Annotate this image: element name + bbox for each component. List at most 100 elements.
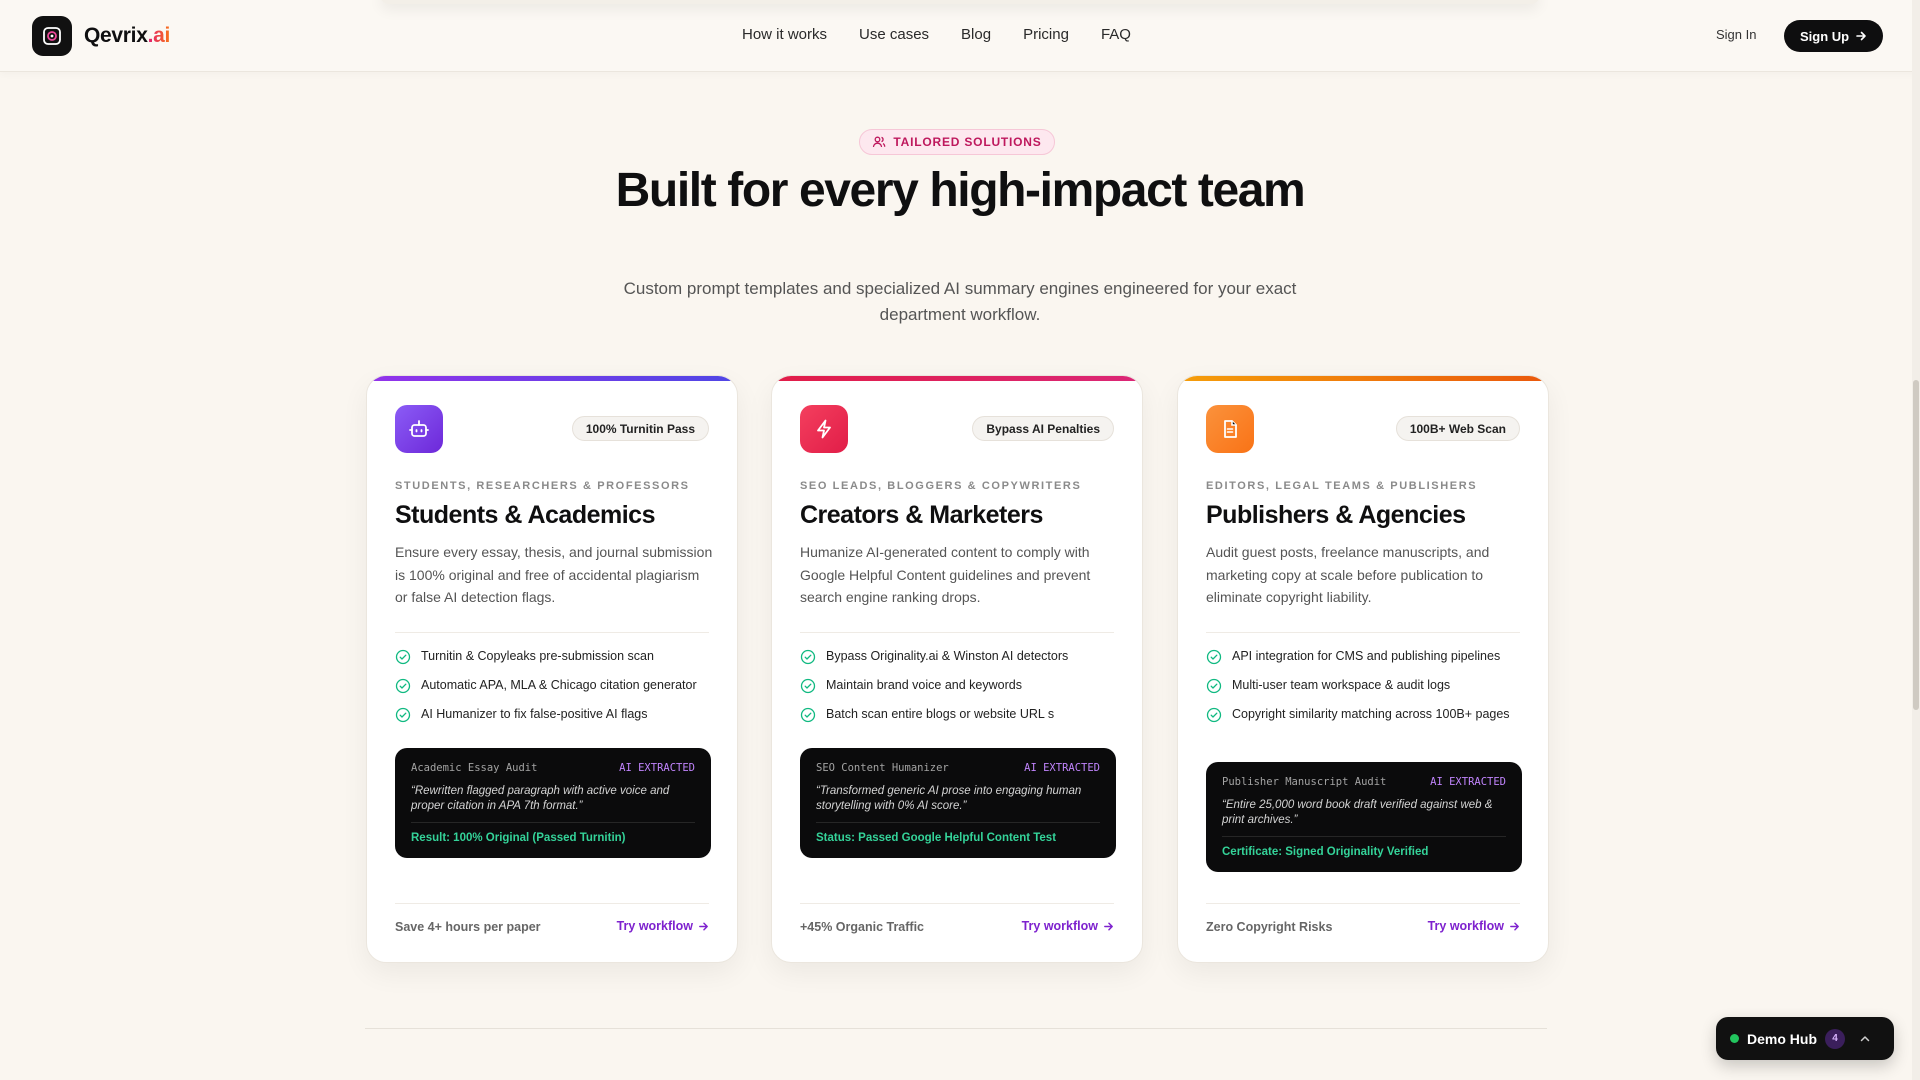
brand-logo[interactable]: Qevrix.ai: [32, 16, 170, 56]
card-audience: SEO LEADS, BLOGGERS & COPYWRITERS: [800, 480, 1082, 492]
check-circle-icon: [1206, 649, 1222, 665]
check-circle-icon: [1206, 678, 1222, 694]
card-metric: Save 4+ hours per paper: [395, 920, 541, 934]
section-pill: TAILORED SOLUTIONS: [859, 129, 1055, 155]
feature-list: Bypass Originality.ai & Winston AI detec…: [800, 648, 1118, 735]
card-badge: 100B+ Web Scan: [1395, 416, 1520, 441]
card-badge: Bypass AI Penalties: [972, 416, 1114, 441]
card-metric: +45% Organic Traffic: [800, 920, 925, 934]
try-workflow-label: Try workflow: [1427, 919, 1504, 933]
try-workflow-label: Try workflow: [616, 919, 693, 933]
feature-item: Automatic APA, MLA & Chicago citation ge…: [395, 677, 713, 694]
feature-item: Maintain brand voice and keywords: [800, 677, 1118, 694]
example-output-box: SEO Content Humanizer AI EXTRACTED “Trans…: [800, 748, 1116, 858]
demo-hub-button[interactable]: Demo Hub 4: [1716, 1017, 1894, 1060]
card-description: Ensure every essay, thesis, and journal …: [395, 544, 713, 605]
feature-text: Maintain brand voice and keywords: [826, 678, 1022, 692]
divider: [800, 632, 1114, 633]
card-description: Audit guest posts, freelance manuscripts…: [1206, 544, 1490, 605]
feature-text: Turnitin & Copyleaks pre-submission scan: [421, 649, 654, 663]
divider: [395, 903, 709, 904]
feature-item: Batch scan entire blogs or website URL s: [800, 706, 1118, 723]
example-output-box: Academic Essay Audit AI EXTRACTED “Rewrit…: [395, 748, 711, 858]
card-metric: Zero Copyright Risks: [1206, 920, 1333, 934]
brand-name: Qevrix.ai: [84, 24, 171, 47]
feature-text: Bypass Originality.ai & Winston AI detec…: [826, 649, 1069, 663]
feature-item: Turnitin & Copyleaks pre-submission scan: [395, 648, 713, 665]
card-accent-bar: [1178, 376, 1548, 381]
divider: [1206, 632, 1520, 633]
check-circle-icon: [800, 707, 816, 723]
ai-extracted-tag: AI EXTRACTED: [1024, 762, 1100, 774]
demo-hub-count-badge: 4: [1825, 1028, 1845, 1049]
example-name: Academic Essay Audit: [411, 762, 538, 774]
section-divider: [365, 1028, 1547, 1029]
sign-up-label: Sign Up: [1800, 28, 1850, 44]
divider: [800, 903, 1114, 904]
feature-list: Turnitin & Copyleaks pre-submission scan…: [395, 648, 713, 735]
card-badge: 100% Turnitin Pass: [571, 416, 709, 441]
check-circle-icon: [395, 707, 411, 723]
arrow-right-icon: [1510, 922, 1519, 930]
nav-links: How it works Use cases Blog Pricing FAQ: [742, 26, 1131, 43]
feature-text: API integration for CMS and publishing p…: [1232, 649, 1501, 663]
status-dot-icon: [1730, 1034, 1739, 1043]
try-workflow-link[interactable]: Try workflow: [1428, 919, 1520, 933]
nav-link-use-cases[interactable]: Use cases: [859, 26, 929, 43]
example-result: Status: Passed Google Helpful Content Te…: [816, 832, 1057, 844]
nav-link-pricing[interactable]: Pricing: [1023, 26, 1069, 43]
card-publishers-agencies: 100B+ Web Scan EDITORS, LEGAL TEAMS & PU…: [1177, 375, 1549, 963]
card-title: Creators & Marketers: [800, 501, 1043, 529]
try-workflow-link[interactable]: Try workflow: [617, 919, 709, 933]
nav-link-faq[interactable]: FAQ: [1101, 26, 1131, 43]
example-quote: “Rewritten flagged paragraph with active…: [411, 785, 670, 812]
example-quote: “Entire 25,000 word book draft verified …: [1222, 799, 1493, 826]
feature-item: Multi-user team workspace & audit logs: [1206, 677, 1524, 694]
top-navbar: Qevrix.ai How it works Use cases Blog Pr…: [0, 0, 1920, 72]
feature-text: Automatic APA, MLA & Chicago citation ge…: [421, 678, 697, 692]
document-icon: [1206, 405, 1254, 453]
ai-extracted-tag: AI EXTRACTED: [1430, 776, 1506, 788]
card-description: Humanize AI-generated content to comply …: [800, 544, 1091, 605]
feature-item: API integration for CMS and publishing p…: [1206, 648, 1524, 665]
card-creators-marketers: Bypass AI Penalties SEO LEADS, BLOGGERS …: [771, 375, 1143, 963]
scrollbar-thumb[interactable]: [1913, 380, 1919, 710]
section-title: Built for every high-impact team: [615, 164, 1306, 217]
check-circle-icon: [395, 649, 411, 665]
example-name: SEO Content Humanizer: [816, 762, 949, 774]
users-icon: [873, 136, 886, 148]
try-workflow-label: Try workflow: [1021, 919, 1098, 933]
try-workflow-link[interactable]: Try workflow: [1022, 919, 1114, 933]
check-circle-icon: [800, 649, 816, 665]
example-quote: “Transformed generic AI prose into engag…: [816, 785, 1082, 812]
card-audience: EDITORS, LEGAL TEAMS & PUBLISHERS: [1206, 480, 1478, 492]
nav-link-blog[interactable]: Blog: [961, 26, 991, 43]
feature-item: Copyright similarity matching across 100…: [1206, 706, 1524, 723]
check-circle-icon: [395, 678, 411, 694]
feature-list: API integration for CMS and publishing p…: [1206, 648, 1524, 735]
divider: [395, 632, 709, 633]
robot-icon: [395, 405, 443, 453]
section-subtitle: Custom prompt templates and specialized …: [623, 279, 1297, 324]
nav-glow-decoration: [380, 0, 1540, 4]
logo-icon: [32, 16, 72, 56]
card-title: Students & Academics: [395, 501, 655, 529]
ai-extracted-tag: AI EXTRACTED: [619, 762, 695, 774]
arrow-right-icon: [1104, 922, 1113, 930]
example-result: Certificate: Signed Originality Verified: [1222, 846, 1429, 858]
example-result: Result: 100% Original (Passed Turnitin): [411, 832, 626, 844]
arrow-right-icon: [699, 922, 708, 930]
sign-in-link[interactable]: Sign In: [1716, 27, 1756, 42]
arrow-right-icon: [1856, 31, 1866, 41]
section-pill-label: TAILORED SOLUTIONS: [893, 135, 1042, 149]
nav-link-how-it-works[interactable]: How it works: [742, 26, 827, 43]
demo-hub-label: Demo Hub: [1747, 1030, 1817, 1047]
feature-text: Multi-user team workspace & audit logs: [1232, 678, 1451, 692]
check-circle-icon: [800, 678, 816, 694]
card-students-academics: 100% Turnitin Pass STUDENTS, RESEARCHERS…: [366, 375, 738, 963]
page-scrollbar[interactable]: [1912, 0, 1920, 1080]
sign-up-button[interactable]: Sign Up: [1784, 20, 1884, 52]
chevron-up-icon: [1860, 1035, 1870, 1041]
feature-item: Bypass Originality.ai & Winston AI detec…: [800, 648, 1118, 665]
feature-text: Copyright similarity matching across 100…: [1232, 707, 1510, 721]
